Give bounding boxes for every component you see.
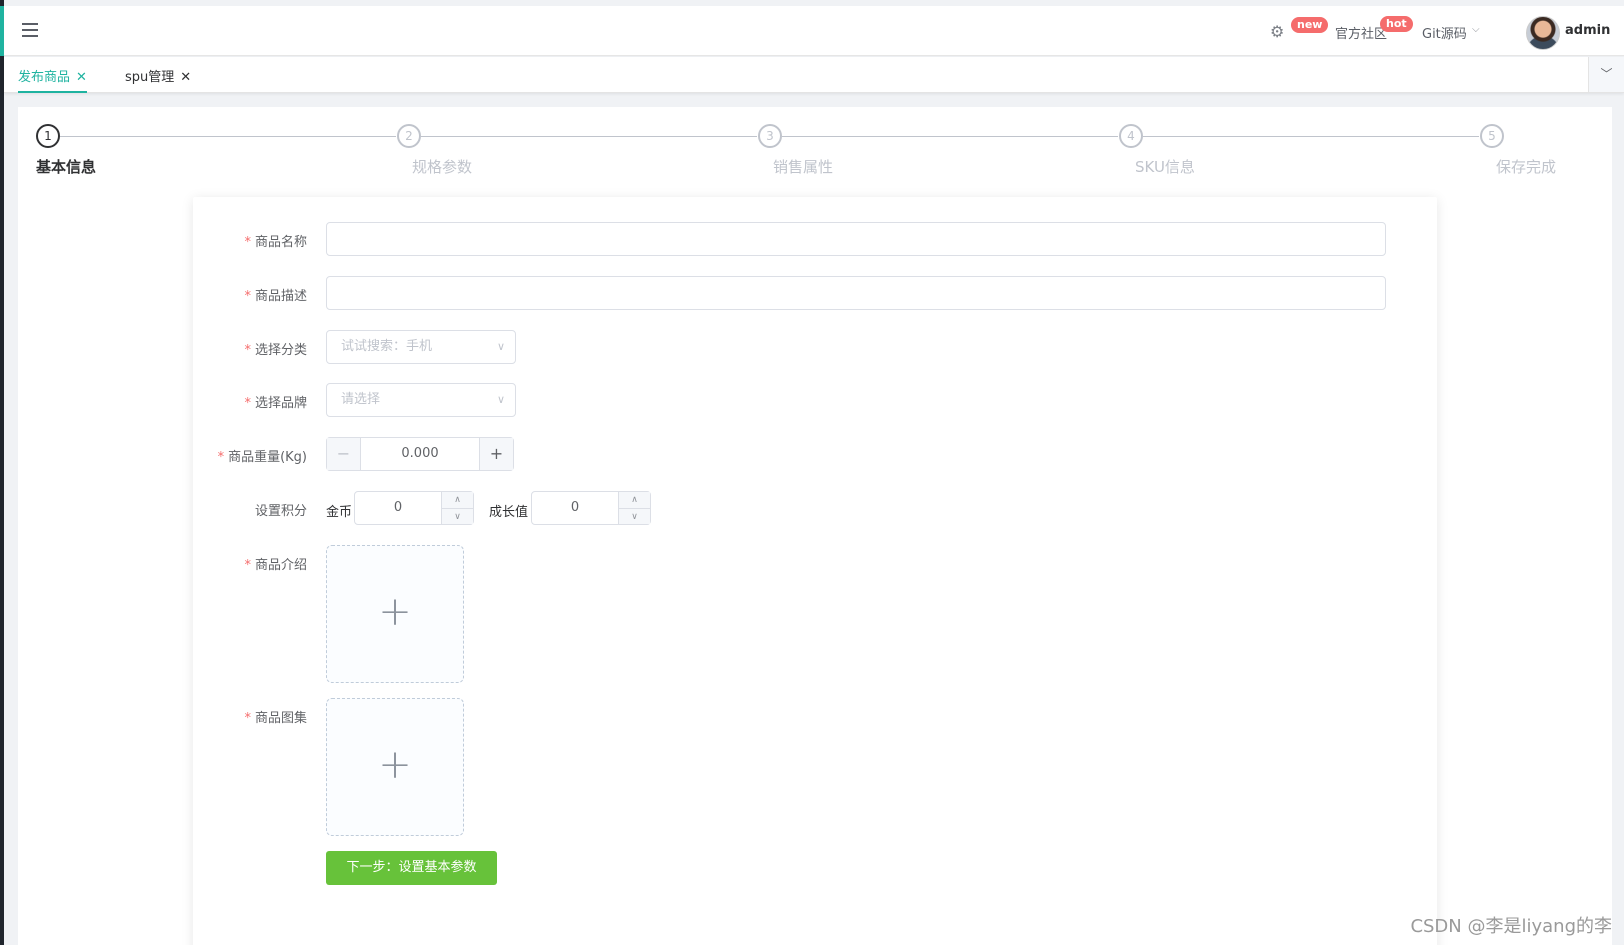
brand-placeholder: 请选择: [341, 392, 381, 407]
product-name-input[interactable]: [326, 222, 1386, 256]
gallery-label: * 商品图集: [244, 711, 307, 726]
step-2-title: 规格参数: [412, 158, 473, 176]
step-4-title: SKU信息: [1135, 158, 1195, 176]
step-5-title: 保存完成: [1496, 158, 1557, 176]
chevron-down-icon: ∨: [496, 340, 505, 353]
minus-icon[interactable]: −: [327, 438, 361, 470]
close-icon[interactable]: ✕: [76, 70, 87, 85]
git-source-dropdown[interactable]: Git源码: [1422, 23, 1467, 42]
product-form: * 商品名称 * 商品描述 * 选择分类 试试搜索：手机 ∨ * 选择品牌 请选择 ∨ …: [193, 197, 1437, 945]
close-icon[interactable]: ✕: [180, 70, 191, 85]
tag-spu-manage[interactable]: spu管理 ✕: [125, 66, 191, 93]
step-3-title: 销售属性: [773, 158, 834, 176]
step-1-icon: 1: [36, 124, 60, 148]
step-1-title: 基本信息: [36, 158, 97, 176]
tags-view: 发布商品 ✕ spu管理 ✕ ﹀: [4, 57, 1624, 93]
community-link[interactable]: 官方社区: [1335, 23, 1387, 42]
main-card: 1 2 3 4 5 基本信息 规格参数 销售属性 SKU信息 保存完成 * 商品名…: [18, 107, 1612, 945]
tags-more-chevron-icon[interactable]: ﹀: [1588, 57, 1624, 92]
gold-input[interactable]: 0 ∧ ∨: [354, 491, 474, 525]
new-badge: new: [1291, 17, 1329, 33]
gallery-upload-plus-icon[interactable]: +: [326, 698, 464, 836]
gold-label: 金币: [326, 505, 353, 520]
weight-stepper[interactable]: − 0.000 +: [326, 437, 514, 471]
brand-label: * 选择品牌: [244, 396, 307, 411]
hot-badge: hot: [1380, 16, 1413, 32]
category-label: * 选择分类: [244, 343, 307, 358]
decrease-arrow-icon[interactable]: ∨: [442, 508, 473, 524]
tag-publish-product[interactable]: 发布商品 ✕: [18, 66, 87, 93]
growth-input[interactable]: 0 ∧ ∨: [531, 491, 651, 525]
increase-arrow-icon[interactable]: ∧: [619, 492, 650, 508]
category-cascader[interactable]: 试试搜索：手机 ∨: [326, 330, 516, 364]
tag-label: 发布商品: [18, 70, 71, 85]
username[interactable]: admin: [1565, 23, 1610, 38]
points-label: 设置积分: [254, 504, 307, 519]
growth-label: 成长值: [489, 505, 529, 520]
chevron-down-icon: ∨: [496, 393, 505, 406]
top-navbar: ⚙ new 官方社区 hot Git源码 ⌵ admin: [4, 6, 1624, 56]
avatar[interactable]: [1526, 16, 1560, 50]
step-4-icon: 4: [1119, 124, 1143, 148]
chevron-down-icon: ⌵: [1472, 24, 1480, 35]
intro-label: * 商品介绍: [244, 558, 307, 573]
sidebar-strip: [0, 0, 4, 945]
watermark: CSDN @李是liyang的李: [1410, 916, 1612, 937]
growth-value[interactable]: 0: [532, 492, 618, 524]
product-desc-input[interactable]: [326, 276, 1386, 310]
product-name-label: * 商品名称: [244, 235, 307, 250]
increase-arrow-icon[interactable]: ∧: [442, 492, 473, 508]
brand-select[interactable]: 请选择 ∨: [326, 383, 516, 417]
step-connector: [782, 136, 1118, 137]
tag-label: spu管理: [125, 70, 175, 85]
decrease-arrow-icon[interactable]: ∨: [619, 508, 650, 524]
settings-gear-icon[interactable]: ⚙: [1270, 22, 1284, 41]
gold-value[interactable]: 0: [355, 492, 441, 524]
step-connector: [60, 136, 396, 137]
step-connector: [1143, 136, 1479, 137]
category-placeholder: 试试搜索：手机: [341, 339, 433, 354]
step-3-icon: 3: [758, 124, 782, 148]
step-connector: [421, 136, 757, 137]
product-desc-label: * 商品描述: [244, 289, 307, 304]
plus-icon[interactable]: +: [479, 438, 513, 470]
step-5-icon: 5: [1480, 124, 1504, 148]
next-step-button[interactable]: 下一步：设置基本参数: [326, 851, 497, 885]
weight-label: * 商品重量(Kg): [217, 450, 307, 465]
weight-value[interactable]: 0.000: [361, 438, 479, 470]
intro-upload-plus-icon[interactable]: +: [326, 545, 464, 683]
step-2-icon: 2: [397, 124, 421, 148]
hamburger-icon[interactable]: [22, 23, 38, 37]
